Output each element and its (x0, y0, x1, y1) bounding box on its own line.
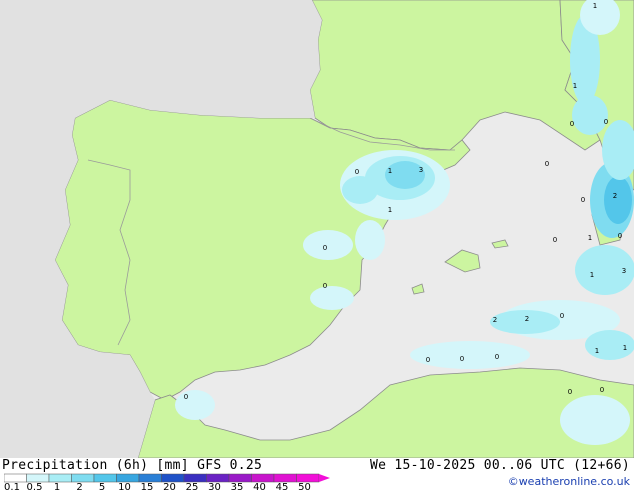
scale-swatch (251, 473, 275, 483)
scale-tick-label: 2 (76, 482, 83, 493)
precip-value: 0 (426, 356, 430, 364)
scale-tick-label: 30 (208, 482, 221, 493)
legend-title: Precipitation (6h) [mm] GFS 0.25 (2, 458, 263, 473)
scale-swatch (138, 473, 162, 483)
precip-value: 2 (525, 315, 529, 323)
scale-swatch (48, 473, 72, 483)
scale-tick-label: 50 (298, 482, 311, 493)
precip-value: 3 (419, 166, 423, 174)
scale-swatch (183, 473, 207, 483)
precip-value: 0 (553, 236, 557, 244)
precip-value: 0 (560, 312, 564, 320)
precip-value: 0 (545, 160, 549, 168)
scale-tick-label: 20 (163, 482, 176, 493)
precip-value: 1 (388, 206, 392, 214)
precip-value: 0 (581, 196, 585, 204)
legend-bar: Precipitation (6h) [mm] GFS 0.25 We 15-1… (0, 458, 634, 493)
scale-tick-label: 0.5 (26, 482, 43, 493)
validity-time: We 15-10-2025 00..06 UTC (12+66) (369, 458, 630, 473)
precip-value: 1 (588, 234, 592, 242)
scale-swatch (273, 473, 297, 483)
map-canvas: 1 1 0 0 1 3 1 0 0 0 0 0 2 1 0 0 1 3 2 2 0 1 0 0 0 0 0 0 1 (0, 0, 634, 459)
scale-swatch (228, 473, 252, 483)
precipitation-map: 1 1 0 0 1 3 1 0 0 0 0 0 2 1 0 0 1 3 2 2 0 1 0 0 0 0 0 0 1 (0, 0, 634, 459)
scale-tick-label: 40 (253, 482, 266, 493)
scale-swatch (296, 473, 320, 483)
precip-value: 1 (590, 271, 594, 279)
scale-swatch (116, 473, 140, 483)
precip-value: 2 (493, 316, 497, 324)
precip-value: 1 (388, 167, 392, 175)
model-name: GFS 0.25 (197, 458, 263, 473)
precip-value: 3 (622, 267, 626, 275)
precip-value: 2 (613, 192, 617, 200)
scale-tick-label: 1 (53, 482, 61, 493)
precip-value: 1 (623, 344, 627, 352)
scale-tick-label: 35 (230, 482, 244, 493)
precip-value: 0 (618, 232, 622, 240)
scale-swatch (4, 473, 27, 483)
credit-text: ©weatheronline.co.uk (507, 475, 630, 488)
land-france (309, 0, 601, 151)
scale-swatch (71, 473, 95, 483)
scale-tick-label: 15 (140, 482, 154, 493)
scale-swatch (206, 473, 230, 483)
scale-swatch (161, 473, 185, 483)
scale-tick-label: 25 (185, 482, 199, 493)
precip-value: 0 (495, 353, 499, 361)
precip-value: 0 (604, 118, 608, 126)
scale-swatch (93, 473, 117, 483)
precip-value: 0 (184, 393, 188, 401)
precip-value: 1 (573, 82, 577, 90)
scale-tick-label: 45 (275, 482, 289, 493)
precip-value: 0 (570, 120, 574, 128)
precip-value: 0 (323, 282, 327, 290)
precip-value: 0 (355, 168, 359, 176)
scale-arrow (319, 474, 330, 482)
precip-value: 0 (568, 388, 572, 396)
precip-value: 0 (323, 244, 327, 252)
scale-tick-label: 5 (98, 482, 106, 493)
precip-value: 0 (460, 355, 464, 363)
scale-tick-label: 0.1 (4, 482, 20, 493)
precip-value: 0 (600, 386, 604, 394)
precip-value: 1 (593, 2, 597, 10)
scale-swatch (26, 473, 50, 483)
precip-value: 1 (595, 347, 599, 355)
scale-tick-label: 10 (118, 482, 131, 493)
